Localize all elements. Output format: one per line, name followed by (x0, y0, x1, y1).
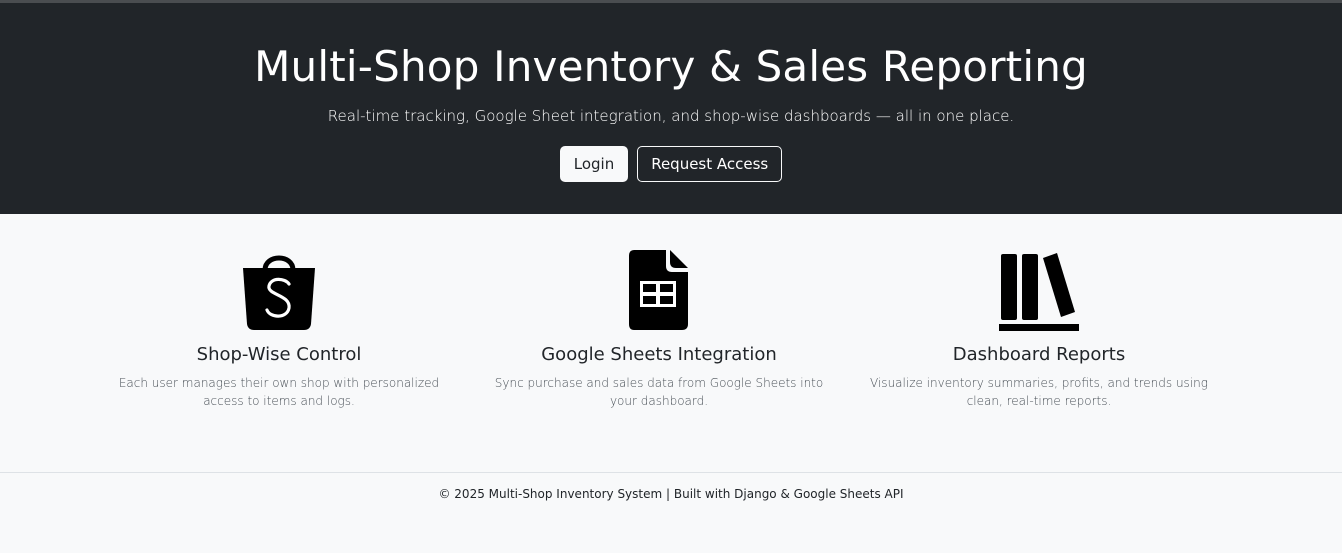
hero-buttons: Login Request Access (0, 146, 1342, 182)
features-section: Shop-Wise Control Each user manages thei… (0, 214, 1342, 472)
spreadsheet-file-icon (629, 250, 688, 330)
feature-title: Dashboard Reports (952, 344, 1126, 365)
feature-description: Sync purchase and sales data from Google… (494, 376, 824, 408)
shopping-bag-icon (243, 255, 315, 330)
login-button[interactable]: Login (559, 146, 629, 182)
feature-title: Google Sheets Integration (541, 344, 777, 365)
feature-google-sheets-integration: Google Sheets Integration Sync purchase … (479, 248, 839, 410)
page-title: Multi-Shop Inventory & Sales Reporting (254, 42, 1088, 91)
hero-section: Multi-Shop Inventory & Sales Reporting R… (0, 3, 1342, 214)
feature-title: Shop-Wise Control (196, 344, 362, 365)
footer-text: © 2025 Multi-Shop Inventory System | Bui… (438, 487, 904, 501)
feature-description: Visualize inventory summaries, profits, … (870, 376, 1208, 408)
bookshelf-icon (999, 253, 1079, 331)
footer: © 2025 Multi-Shop Inventory System | Bui… (0, 472, 1342, 552)
request-access-button[interactable]: Request Access (637, 146, 783, 182)
feature-description: Each user manages their own shop with pe… (118, 376, 440, 408)
feature-dashboard-reports: Dashboard Reports Visualize inventory su… (859, 248, 1219, 410)
hero-subtitle: Real-time tracking, Google Sheet integra… (327, 107, 1015, 125)
feature-shop-wise-control: Shop-Wise Control Each user manages thei… (99, 248, 459, 410)
